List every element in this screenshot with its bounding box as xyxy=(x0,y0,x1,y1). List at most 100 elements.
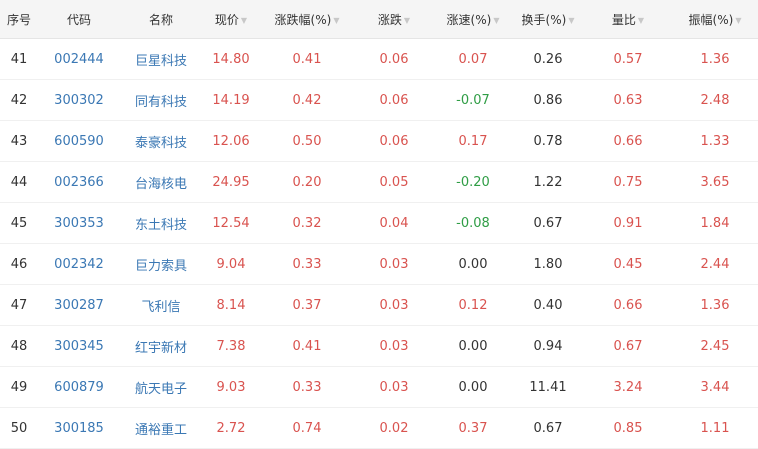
cell-name[interactable]: 东土科技 xyxy=(120,203,202,244)
cell-seq: 50 xyxy=(10,420,28,436)
cell-seq: 48 xyxy=(10,338,28,354)
column-header-label: 代码 xyxy=(66,12,91,27)
cell-code[interactable]: 600879 xyxy=(38,367,120,408)
cell-price: 12.54 xyxy=(212,215,250,231)
cell-amplitude: 1.36 xyxy=(700,51,730,67)
cell-code[interactable]: 300185 xyxy=(38,408,120,449)
column-header-turnover[interactable]: 换手(%) ▼ xyxy=(512,0,584,39)
cell-code[interactable]: 300302 xyxy=(38,80,120,121)
cell-code[interactable]: 002342 xyxy=(38,244,120,285)
cell-price: 8.14 xyxy=(216,297,246,313)
cell-name[interactable]: 台海核电 xyxy=(120,162,202,203)
cell-chg: 0.03 xyxy=(379,338,409,354)
column-header-label: 涨跌幅(%) xyxy=(274,12,332,27)
cell-turnover: 0.40 xyxy=(533,297,563,313)
cell-name[interactable]: 巨力索具 xyxy=(120,244,202,285)
cell-name[interactable]: 通裕重工 xyxy=(120,408,202,449)
cell-price: 9.04 xyxy=(216,256,246,272)
column-header-chg_pct[interactable]: 涨跌幅(%) ▼ xyxy=(260,0,354,39)
cell-code[interactable]: 002366 xyxy=(38,162,120,203)
cell-speed: 0.00 xyxy=(458,338,488,354)
cell-price: 7.38 xyxy=(216,338,246,354)
cell-speed: -0.07 xyxy=(456,92,490,108)
cell-turnover: 0.26 xyxy=(533,51,563,67)
cell-price: 12.06 xyxy=(212,133,250,149)
cell-code[interactable]: 002444 xyxy=(38,39,120,80)
cell-price: 24.95 xyxy=(212,174,250,190)
cell-seq: 41 xyxy=(10,51,28,67)
cell-turnover: 0.94 xyxy=(533,338,563,354)
cell-chg_pct: 0.33 xyxy=(292,256,322,272)
column-header-label: 名称 xyxy=(148,12,173,27)
column-header-label: 现价 xyxy=(214,12,239,27)
sort-down-icon[interactable]: ▼ xyxy=(735,16,741,25)
table-row[interactable]: 46 002342 巨力索具 9.04 0.33 0.03 0.00 1.80 0.45 2.44 xyxy=(0,244,758,285)
cell-name[interactable]: 飞利信 xyxy=(120,285,202,326)
cell-amplitude: 2.48 xyxy=(700,92,730,108)
cell-chg_pct: 0.20 xyxy=(292,174,322,190)
cell-vol_ratio: 0.66 xyxy=(613,297,643,313)
column-header-name: 名称 xyxy=(120,0,202,39)
sort-down-icon[interactable]: ▼ xyxy=(638,16,644,25)
cell-chg: 0.06 xyxy=(379,133,409,149)
cell-name[interactable]: 航天电子 xyxy=(120,367,202,408)
sort-down-icon[interactable]: ▼ xyxy=(568,16,574,25)
table-row[interactable]: 48 300345 红宇新材 7.38 0.41 0.03 0.00 0.94 0.67 2.45 xyxy=(0,326,758,367)
column-header-label: 量比 xyxy=(611,12,636,27)
cell-chg: 0.03 xyxy=(379,297,409,313)
cell-turnover: 0.67 xyxy=(533,420,563,436)
table-row[interactable]: 49 600879 航天电子 9.03 0.33 0.03 0.00 11.41 3.24 3.4… xyxy=(0,367,758,408)
sort-down-icon[interactable]: ▼ xyxy=(404,16,410,25)
cell-speed: 0.00 xyxy=(458,379,488,395)
table-row[interactable]: 45 300353 东土科技 12.54 0.32 0.04 -0.08 0.67 0.91 1.… xyxy=(0,203,758,244)
cell-speed: -0.08 xyxy=(456,215,490,231)
table-body: 41 002444 巨星科技 14.80 0.41 0.06 0.07 0.26 0.57 1.3… xyxy=(0,39,758,449)
column-header-price[interactable]: 现价 ▼ xyxy=(202,0,260,39)
cell-chg: 0.03 xyxy=(379,379,409,395)
cell-name[interactable]: 红宇新材 xyxy=(120,326,202,367)
column-header-speed[interactable]: 涨速(%) ▼ xyxy=(434,0,512,39)
cell-name[interactable]: 巨星科技 xyxy=(120,39,202,80)
cell-seq: 46 xyxy=(10,256,28,272)
column-header-chg[interactable]: 涨跌 ▼ xyxy=(354,0,434,39)
cell-code[interactable]: 300353 xyxy=(38,203,120,244)
table-row[interactable]: 44 002366 台海核电 24.95 0.20 0.05 -0.20 1.22 0.75 3.… xyxy=(0,162,758,203)
cell-seq: 49 xyxy=(10,379,28,395)
cell-speed: 0.12 xyxy=(458,297,488,313)
column-header-amplitude[interactable]: 振幅(%) ▼ xyxy=(672,0,758,39)
cell-turnover: 1.80 xyxy=(533,256,563,272)
cell-speed: -0.20 xyxy=(456,174,490,190)
cell-code[interactable]: 300345 xyxy=(38,326,120,367)
table-row[interactable]: 42 300302 同有科技 14.19 0.42 0.06 -0.07 0.86 0.63 2.… xyxy=(0,80,758,121)
column-header-label: 涨跌 xyxy=(377,12,402,27)
cell-vol_ratio: 0.45 xyxy=(613,256,643,272)
sort-down-icon[interactable]: ▼ xyxy=(241,16,247,25)
sort-down-icon[interactable]: ▼ xyxy=(493,16,499,25)
cell-amplitude: 1.36 xyxy=(700,297,730,313)
table-row[interactable]: 41 002444 巨星科技 14.80 0.41 0.06 0.07 0.26 0.57 1.3… xyxy=(0,39,758,80)
cell-vol_ratio: 0.85 xyxy=(613,420,643,436)
cell-code[interactable]: 600590 xyxy=(38,121,120,162)
cell-chg: 0.04 xyxy=(379,215,409,231)
table-row[interactable]: 43 600590 泰豪科技 12.06 0.50 0.06 0.17 0.78 0.66 1.3… xyxy=(0,121,758,162)
cell-price: 9.03 xyxy=(216,379,246,395)
cell-turnover: 0.67 xyxy=(533,215,563,231)
sort-down-icon[interactable]: ▼ xyxy=(333,16,339,25)
cell-chg_pct: 0.41 xyxy=(292,338,322,354)
cell-speed: 0.37 xyxy=(458,420,488,436)
stock-table: 序号 代码 名称 现价 ▼ 涨跌幅(%) ▼ 涨跌 ▼ 涨速(%) ▼ 换手(%) ▼ 量比 ▼ 振幅(%) ▼… xyxy=(0,0,758,449)
table-row[interactable]: 47 300287 飞利信 8.14 0.37 0.03 0.12 0.40 0.66 1.36 xyxy=(0,285,758,326)
cell-name[interactable]: 同有科技 xyxy=(120,80,202,121)
cell-vol_ratio: 0.75 xyxy=(613,174,643,190)
cell-chg_pct: 0.50 xyxy=(292,133,322,149)
cell-vol_ratio: 0.57 xyxy=(613,51,643,67)
column-header-vol_ratio[interactable]: 量比 ▼ xyxy=(584,0,672,39)
cell-code[interactable]: 300287 xyxy=(38,285,120,326)
column-header-label: 振幅(%) xyxy=(688,12,734,27)
cell-vol_ratio: 0.67 xyxy=(613,338,643,354)
table-row[interactable]: 50 300185 通裕重工 2.72 0.74 0.02 0.37 0.67 0.85 1.11 xyxy=(0,408,758,449)
cell-amplitude: 2.45 xyxy=(700,338,730,354)
cell-vol_ratio: 3.24 xyxy=(613,379,643,395)
cell-name[interactable]: 泰豪科技 xyxy=(120,121,202,162)
column-header-code: 代码 xyxy=(38,0,120,39)
